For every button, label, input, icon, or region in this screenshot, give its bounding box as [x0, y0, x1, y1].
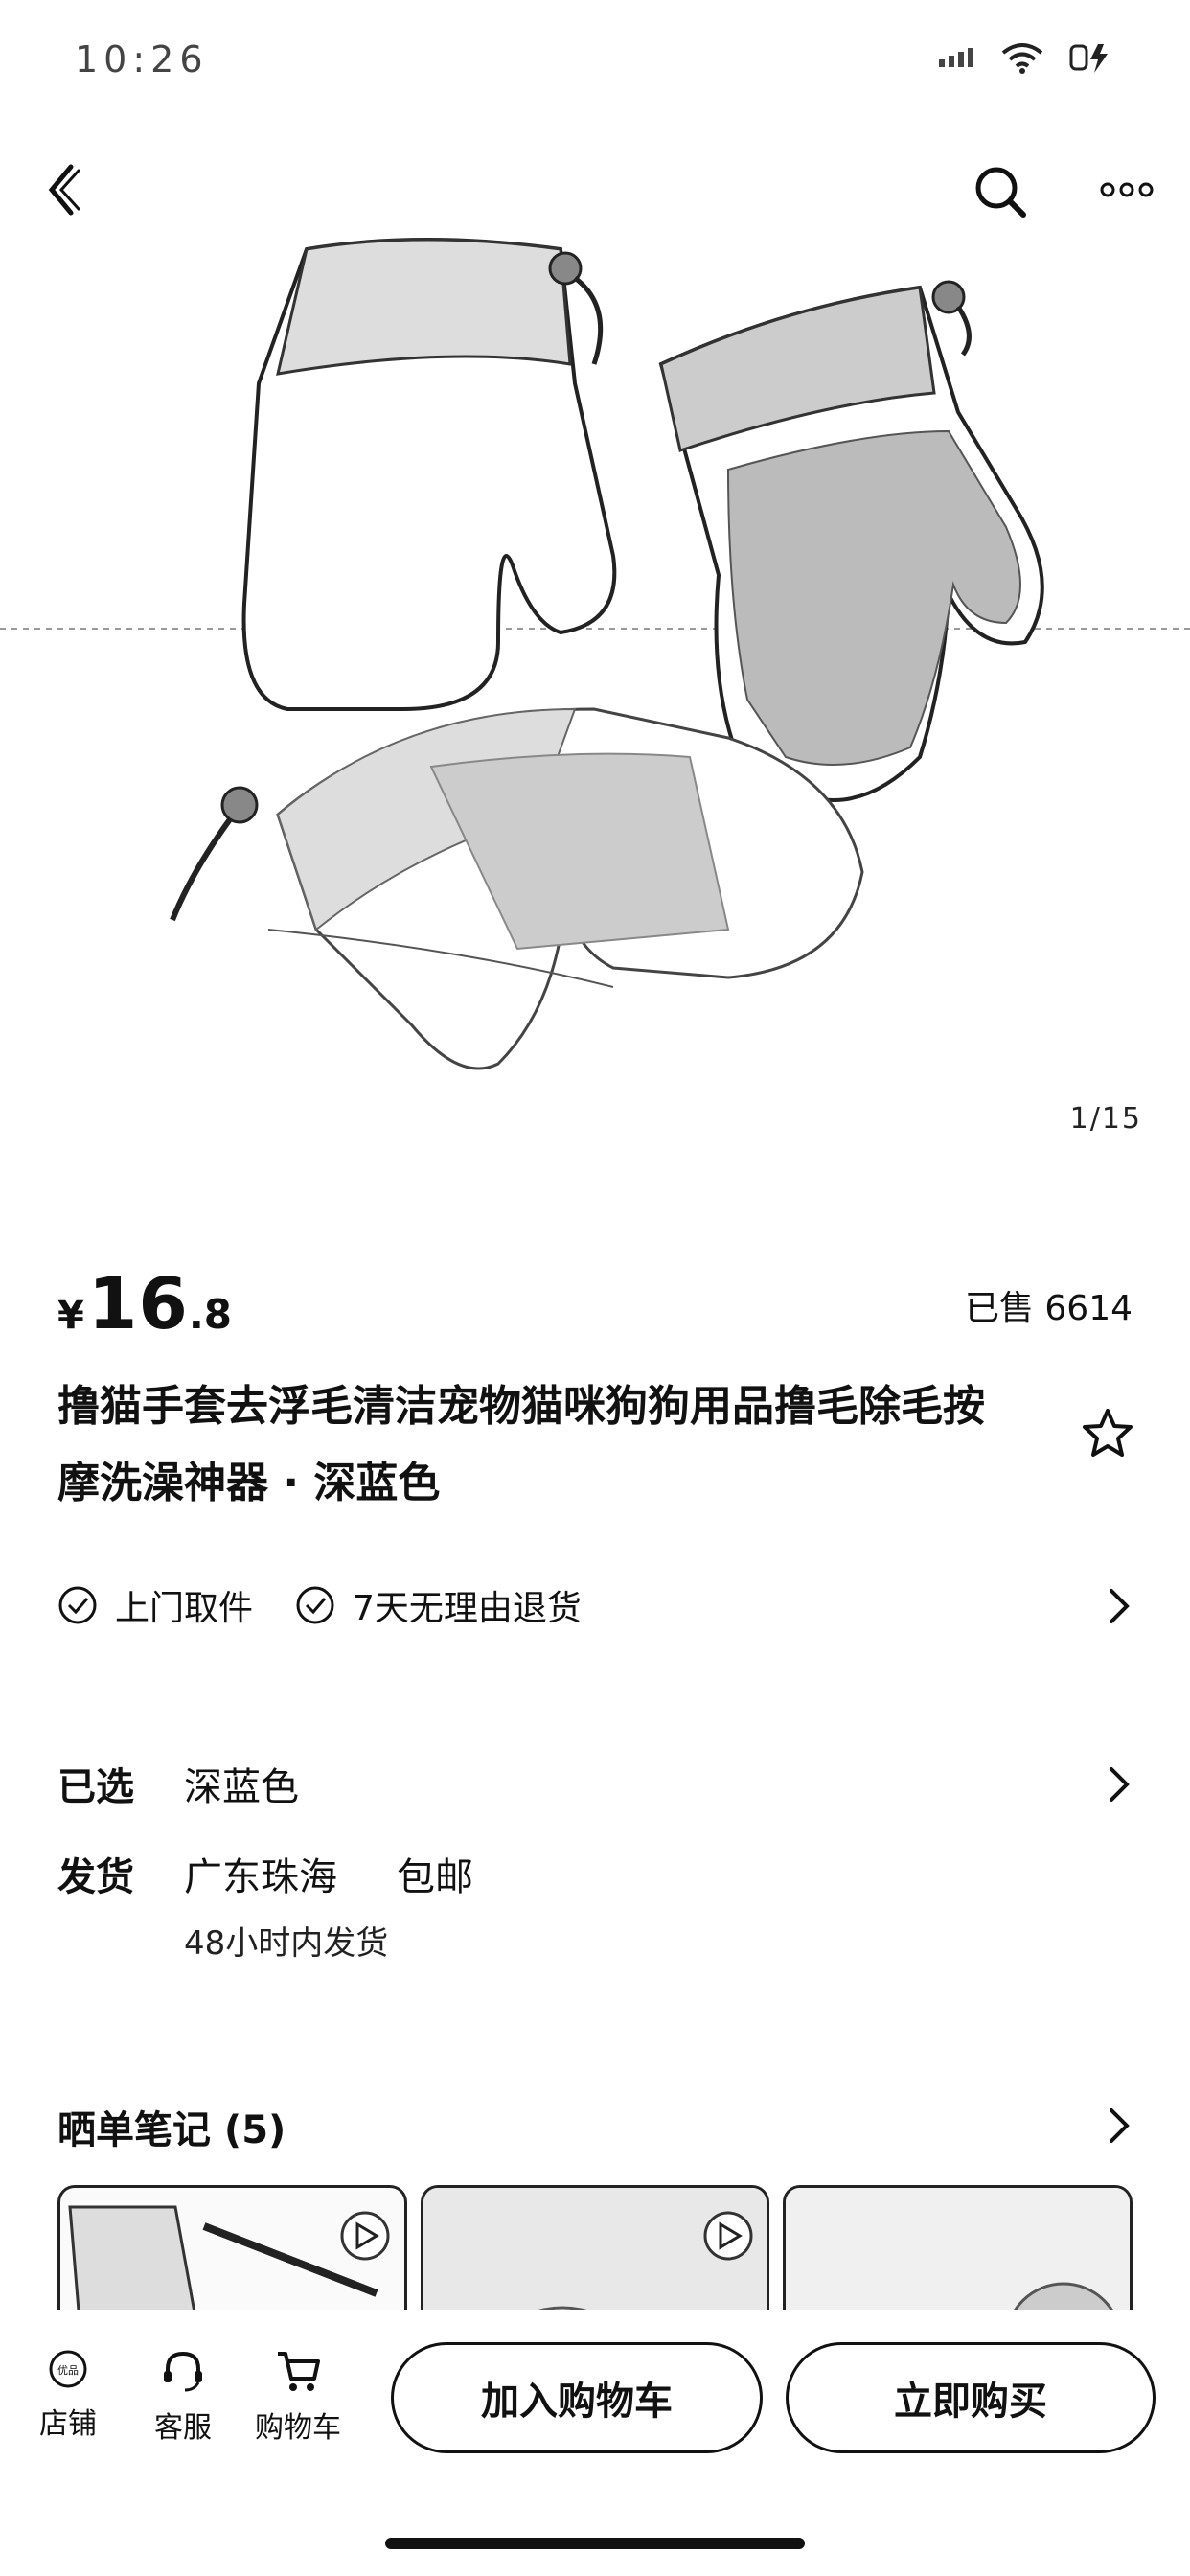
shipping-fee: 包邮	[397, 1855, 473, 1899]
glove-left	[241, 238, 617, 711]
bottom-action-bar: 优品 店铺 客服 购物车 加入购物车 立即购买	[0, 2310, 1190, 2501]
service-item: 7天无理由退货	[295, 1580, 582, 1630]
notes-title[interactable]: 晒单笔记 (5)	[57, 2099, 286, 2154]
star-icon[interactable]	[1081, 1407, 1134, 1460]
price-decimal: .8	[188, 1291, 233, 1338]
more-icon[interactable]	[1100, 180, 1154, 199]
notes-gallery	[57, 2185, 1133, 2319]
svg-text:优品: 优品	[57, 2364, 79, 2377]
shipping-eta: 48小时内发货	[184, 1924, 389, 1963]
price: ¥ 16 .8	[57, 1263, 232, 1346]
service-label: 7天无理由退货	[353, 1589, 582, 1628]
status-bar: 10:26	[0, 0, 1190, 134]
shipping-label: 发货	[57, 1855, 134, 1899]
glove-right	[658, 280, 1044, 802]
sold-count: 已售 6614	[964, 1289, 1133, 1328]
service-guarantees[interactable]: 上门取件 7天无理由退货	[57, 1572, 1133, 1639]
check-circle-icon	[58, 1586, 97, 1624]
note-image	[786, 2188, 1131, 2319]
product-image[interactable]	[0, 144, 1190, 1160]
back-icon[interactable]	[44, 161, 82, 218]
buy-now-button[interactable]: 立即购买	[786, 2342, 1156, 2453]
note-thumbnail[interactable]	[57, 2185, 407, 2319]
note-thumbnail[interactable]	[420, 2185, 770, 2319]
battery-icon	[1069, 44, 1108, 73]
currency-symbol: ¥	[57, 1294, 84, 1338]
status-icons	[937, 40, 1113, 75]
status-time: 10:26	[75, 38, 209, 80]
cart-label: 购物车	[255, 2411, 341, 2445]
store-tab[interactable]: 优品 店铺	[15, 2348, 121, 2442]
service-item: 上门取件	[57, 1580, 253, 1630]
selected-value[interactable]: 深蓝色	[184, 1756, 299, 1811]
price-integer: 16	[87, 1263, 189, 1346]
image-pager: 1/15	[1069, 1102, 1142, 1136]
service-label: 客服	[154, 2411, 212, 2445]
chevron-right-icon[interactable]	[1108, 1587, 1133, 1625]
note-image	[423, 2188, 767, 2319]
headset-icon	[164, 2351, 202, 2392]
signal-icon	[939, 48, 973, 67]
chevron-right-icon[interactable]	[1108, 1765, 1133, 1804]
glove-bottom	[170, 707, 864, 1070]
product-title: 撸猫手套去浮毛清洁宠物猫咪狗狗用品撸毛除毛按摩洗澡神器 · 深蓝色	[57, 1382, 985, 1507]
wifi-icon	[1001, 43, 1043, 74]
chevron-right-icon[interactable]	[1108, 2106, 1133, 2145]
top-nav	[0, 134, 1190, 249]
check-circle-icon	[296, 1586, 334, 1624]
service-tab[interactable]: 客服	[130, 2348, 236, 2446]
note-image	[68, 2205, 390, 2319]
store-label: 店铺	[39, 2407, 97, 2441]
add-to-cart-button[interactable]: 加入购物车	[391, 2342, 763, 2453]
shipping-location: 广东珠海	[184, 1855, 337, 1899]
note-thumbnail[interactable]	[783, 2185, 1133, 2319]
search-icon[interactable]	[972, 163, 1029, 220]
selected-label: 已选	[57, 1765, 134, 1809]
cart-tab[interactable]: 购物车	[245, 2348, 351, 2446]
service-label: 上门取件	[115, 1589, 254, 1628]
home-indicator[interactable]	[385, 2538, 805, 2549]
cart-icon	[278, 2352, 320, 2391]
store-icon: 优品	[49, 2350, 87, 2388]
